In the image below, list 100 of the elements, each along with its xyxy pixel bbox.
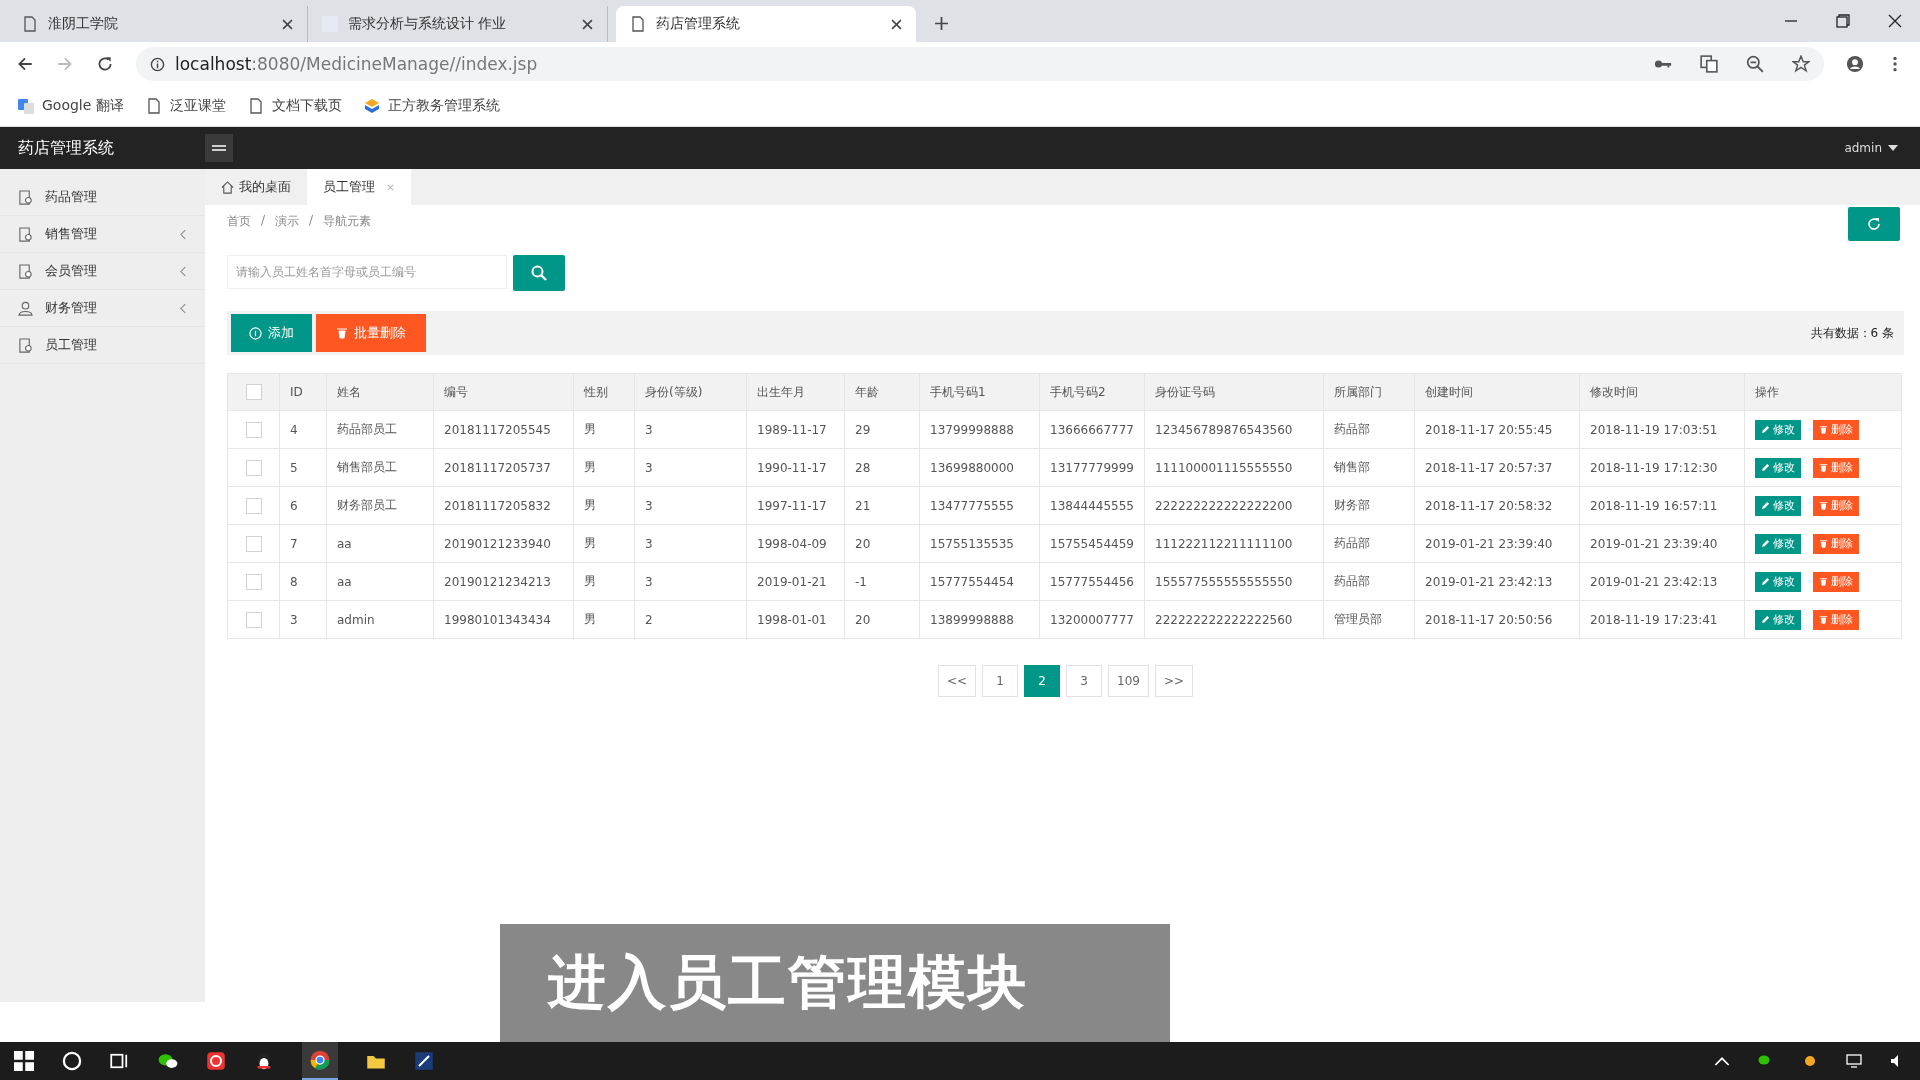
page-button[interactable]: 109 [1108, 665, 1149, 697]
page-button[interactable]: 2 [1024, 665, 1061, 697]
row-checkbox[interactable] [245, 459, 262, 476]
monitor-icon[interactable] [1846, 1053, 1862, 1069]
address-bar[interactable]: localhost:8080/MedicineManage//index.jsp [136, 47, 1824, 81]
translate-icon[interactable] [1700, 55, 1718, 73]
reload-icon[interactable] [96, 55, 114, 73]
table-cell: 财务部 [1323, 486, 1415, 525]
sun-icon[interactable] [1802, 1053, 1818, 1069]
delete-button[interactable]: 删除 [1813, 571, 1859, 592]
browser-icon[interactable] [310, 1050, 330, 1070]
table-cell: 2019-01-21 [746, 562, 845, 601]
delete-button[interactable]: 删除 [1813, 457, 1859, 478]
sidebar-item[interactable]: 会员管理 [0, 253, 205, 290]
table-cell: 29 [844, 410, 920, 449]
close-icon[interactable] [1888, 14, 1902, 28]
table-cell: 21 [844, 486, 920, 525]
bookmark[interactable]: Google 翻译 [18, 97, 124, 115]
table-cell: 2019-01-21 23:42:13 [1414, 562, 1580, 601]
table-cell: 2019-01-21 23:39:40 [1414, 524, 1580, 563]
delete-button[interactable]: 删除 [1813, 533, 1859, 554]
close-icon[interactable] [582, 18, 593, 30]
table-cell: aa [326, 562, 434, 601]
task-view-icon[interactable] [110, 1051, 130, 1071]
document-icon [145, 98, 162, 114]
table-cell: 15777554454 [919, 562, 1040, 601]
close-icon[interactable] [282, 18, 293, 30]
row-checkbox[interactable] [245, 535, 262, 552]
table-cell: 20181117205545 [433, 410, 574, 449]
browser-tab[interactable]: 需求分析与系统设计 作业 [308, 6, 608, 42]
sidebar-item[interactable]: 销售管理 [0, 216, 205, 253]
star-icon[interactable] [1792, 55, 1810, 73]
search-button[interactable] [513, 255, 565, 291]
table-cell: 2018-11-19 16:57:11 [1579, 486, 1745, 525]
refresh-button[interactable] [1848, 207, 1900, 241]
profile-icon[interactable] [1846, 55, 1864, 73]
table-cell: 13177779999 [1039, 448, 1145, 487]
info-icon [150, 56, 165, 72]
trash-icon [1819, 615, 1828, 624]
add-button[interactable]: 添加 [231, 314, 312, 352]
edit-button[interactable]: 修改 [1755, 457, 1801, 478]
page-button[interactable]: << [937, 665, 977, 697]
page-tab[interactable]: 员工管理 [307, 169, 411, 205]
browser-tab[interactable]: 淮阴工学院 [8, 6, 308, 42]
edit-button[interactable]: 修改 [1755, 571, 1801, 592]
edit-button[interactable]: 修改 [1755, 609, 1801, 630]
row-checkbox[interactable] [245, 611, 262, 628]
new-tab-icon[interactable] [934, 16, 949, 31]
page-button[interactable]: >> [1154, 665, 1194, 697]
edit-button[interactable]: 修改 [1755, 495, 1801, 516]
table-cell: 19980101343434 [433, 600, 574, 639]
windows-start-icon[interactable] [14, 1051, 34, 1071]
batch-delete-button[interactable]: 批量删除 [316, 314, 426, 352]
table-cell: 管理员部 [1323, 600, 1415, 639]
search-field[interactable]: 请输入员工姓名首字母或员工编号 [227, 255, 507, 289]
sidebar-item[interactable]: 财务管理 [0, 290, 205, 327]
column-header: 手机号码2 [1039, 373, 1145, 411]
table-cell: 5 [279, 448, 327, 487]
breadcrumb-link[interactable]: 首页 [227, 213, 251, 230]
sidebar-item[interactable]: 药品管理 [0, 179, 205, 216]
table-cell: 药品部 [1323, 524, 1415, 563]
pencil-icon [1761, 615, 1770, 624]
row-checkbox[interactable] [245, 573, 262, 590]
select-all-checkbox[interactable] [245, 384, 262, 400]
pencil-icon [1761, 539, 1770, 548]
edit-button[interactable]: 修改 [1755, 419, 1801, 440]
user-menu[interactable]: admin [1844, 141, 1920, 155]
row-checkbox[interactable] [245, 497, 262, 514]
restore-icon[interactable] [1836, 14, 1850, 28]
chat-app-icon[interactable] [158, 1051, 178, 1071]
page-button[interactable]: 3 [1066, 665, 1103, 697]
trash-icon [336, 327, 348, 339]
caret-icon [1888, 145, 1898, 151]
delete-button[interactable]: 删除 [1813, 609, 1859, 630]
browser-tab[interactable]: 药店管理系统 [616, 6, 916, 42]
search-icon[interactable] [62, 1051, 82, 1071]
edit-button[interactable]: 修改 [1755, 533, 1801, 554]
delete-button[interactable]: 删除 [1813, 495, 1859, 516]
sidebar-item[interactable]: 员工管理 [0, 327, 205, 364]
table-cell: 6 [279, 486, 327, 525]
bookmark[interactable]: 泛亚课堂 [145, 97, 226, 115]
menu-toggle-button[interactable] [205, 134, 233, 162]
delete-button[interactable]: 删除 [1813, 419, 1859, 440]
bookmark[interactable]: 正方教务管理系统 [363, 97, 500, 115]
table-cell: 8 [279, 562, 327, 601]
bookmark[interactable]: 文档下载页 [247, 97, 342, 115]
person-icon [18, 300, 33, 316]
table-cell: 15755135535 [919, 524, 1040, 563]
breadcrumb-link[interactable]: 导航元素 [323, 213, 372, 230]
breadcrumb-link[interactable]: 演示 [275, 213, 300, 230]
close-icon[interactable] [891, 18, 902, 30]
pencil-icon [1761, 501, 1770, 510]
table-cell: 1990-11-17 [746, 448, 845, 487]
row-checkbox[interactable] [245, 421, 262, 438]
column-header: 手机号码1 [919, 373, 1040, 411]
ide-icon[interactable] [414, 1051, 434, 1071]
back-icon[interactable] [16, 55, 34, 73]
page-button[interactable]: 1 [982, 665, 1019, 697]
page-tab[interactable]: 我的桌面 [205, 169, 307, 205]
zoom-out-icon[interactable] [1746, 55, 1764, 73]
